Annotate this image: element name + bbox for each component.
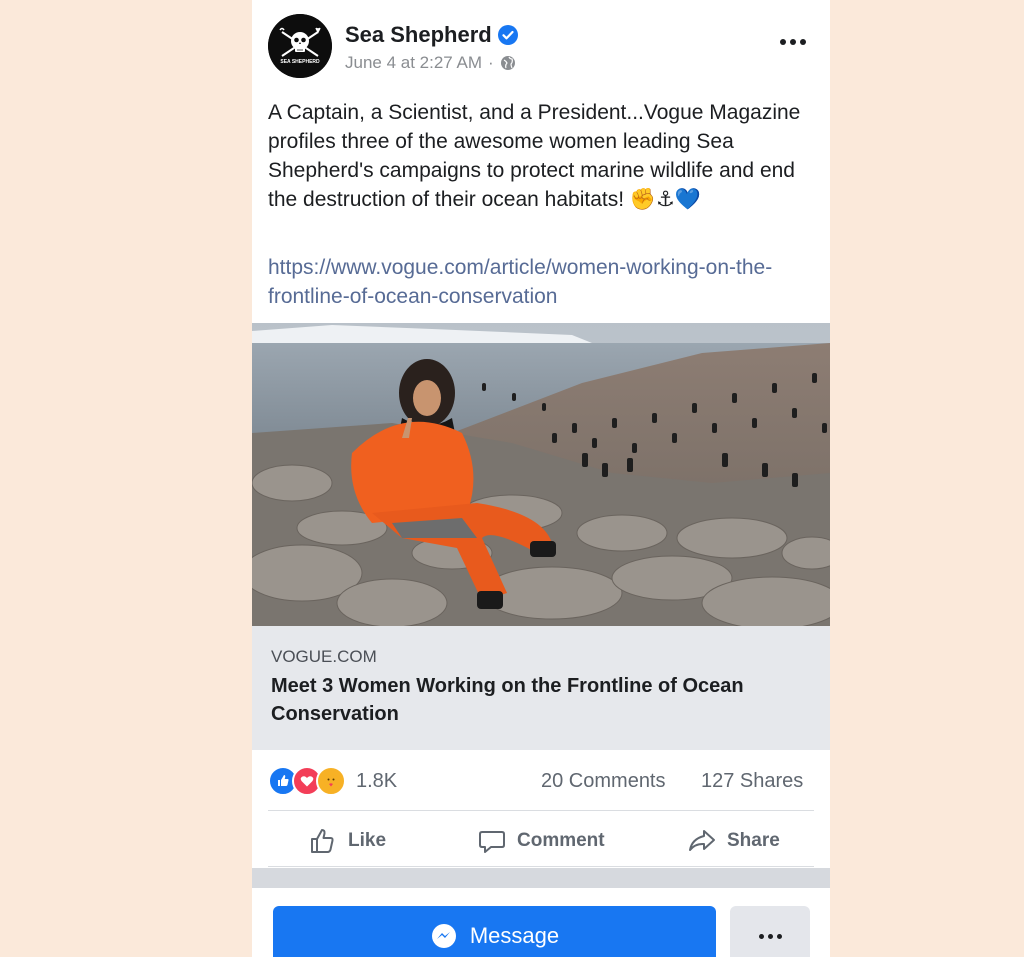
like-label: Like: [348, 830, 387, 851]
post-actions: Like Comment Share: [252, 818, 830, 864]
avatar-logo-text: SEA SHEPHERD: [280, 59, 320, 65]
post-text: A Captain, a Scientist, and a President.…: [268, 101, 801, 211]
link-preview[interactable]: VOGUE.COM Meet 3 Women Working on the Fr…: [252, 626, 830, 750]
comments-count[interactable]: 20 Comments: [541, 770, 666, 793]
comment-label: Comment: [517, 830, 605, 851]
globe-icon: [500, 56, 515, 70]
preview-headline: Meet 3 Women Working on the Frontline of…: [271, 675, 744, 725]
more-dot-icon: [790, 39, 796, 45]
preview-domain: VOGUE.COM: [271, 647, 377, 666]
divider: [268, 866, 814, 867]
page-avatar[interactable]: SEA SHEPHERD: [268, 14, 332, 78]
article-photo[interactable]: [252, 323, 830, 626]
reaction-count: 1.8K: [356, 769, 398, 792]
divider: [268, 810, 814, 811]
post-timestamp[interactable]: June 4 at 2:27 AM: [345, 53, 482, 73]
page-name[interactable]: Sea Shepherd: [345, 22, 492, 48]
page-name-row: Sea Shepherd: [345, 22, 518, 48]
comment-bubble-icon: [479, 831, 505, 853]
more-dot-icon: [758, 933, 764, 939]
message-button[interactable]: Message: [273, 906, 716, 957]
post-link[interactable]: https://www.vogue.com/article/women-work…: [268, 253, 813, 311]
thumbs-up-icon: [311, 829, 334, 853]
care-icon: [316, 766, 346, 796]
reactions-summary[interactable]: 1.8K: [268, 766, 397, 796]
more-options-button[interactable]: [730, 906, 810, 957]
skull-logo-icon: [268, 14, 332, 78]
messenger-icon: [431, 924, 456, 948]
verified-badge-icon: [497, 25, 518, 45]
message-label: Message: [469, 923, 560, 948]
more-dot-icon: [776, 933, 782, 939]
share-arrow-icon: [689, 830, 715, 851]
post-meta: June 4 at 2:27 AM ·: [345, 53, 516, 73]
woman-with-penguins-image: [252, 323, 830, 626]
post-options-button[interactable]: [776, 30, 810, 54]
share-label: Share: [727, 830, 780, 851]
more-dot-icon: [800, 39, 806, 45]
meta-separator: ·: [488, 53, 494, 72]
comment-button[interactable]: Comment: [477, 818, 605, 864]
section-separator: [252, 868, 830, 888]
share-button[interactable]: Share: [687, 818, 780, 864]
like-button[interactable]: Like: [308, 818, 386, 864]
more-dot-icon: [780, 39, 786, 45]
more-dot-icon: [767, 933, 773, 939]
shares-count[interactable]: 127 Shares: [701, 770, 803, 793]
post-card: SEA SHEPHERD Sea Shepherd June 4 at 2:27…: [252, 0, 830, 957]
